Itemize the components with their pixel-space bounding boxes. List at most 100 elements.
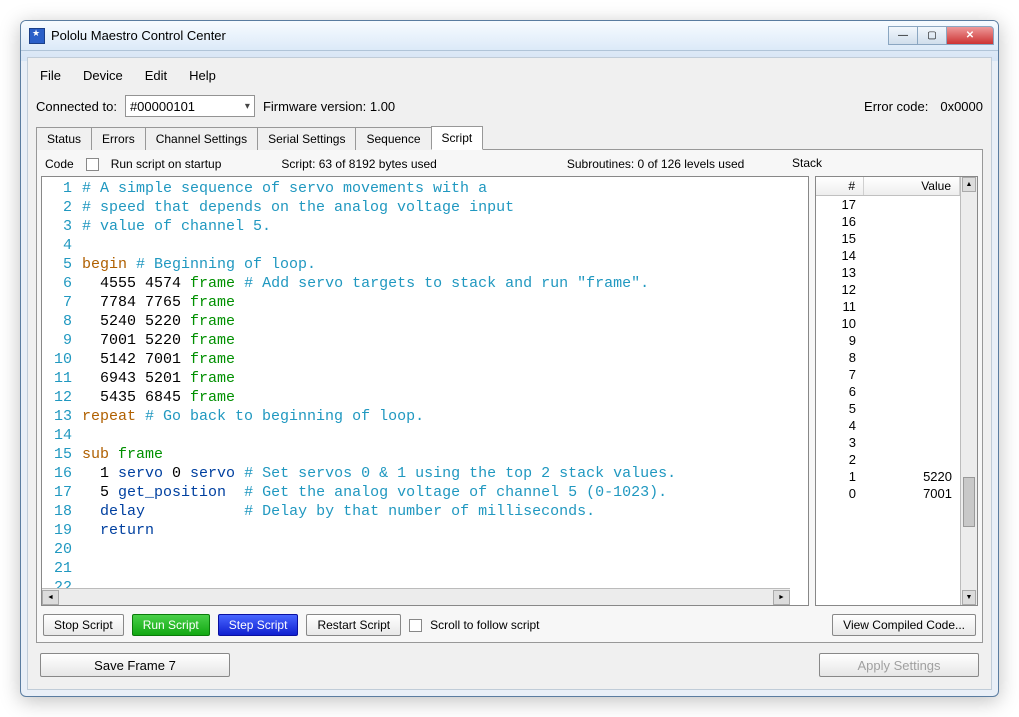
code-line[interactable]: 18 delay # Delay by that number of milli… (48, 502, 802, 521)
code-line[interactable]: 20 (48, 540, 802, 559)
stack-row-value (864, 247, 960, 264)
stack-row-num: 14 (816, 247, 864, 264)
line-number: 11 (48, 369, 82, 388)
stack-row[interactable]: 6 (816, 383, 960, 400)
stack-header-value[interactable]: Value (864, 177, 960, 195)
stack-row-value (864, 434, 960, 451)
stack-row[interactable]: 7 (816, 366, 960, 383)
run-script-button[interactable]: Run Script (132, 614, 210, 636)
connected-to-label: Connected to: (36, 99, 117, 114)
stack-row[interactable]: 07001 (816, 485, 960, 502)
code-line[interactable]: 12 5435 6845 frame (48, 388, 802, 407)
code-line[interactable]: 21 (48, 559, 802, 578)
tab-errors[interactable]: Errors (91, 127, 146, 150)
code-line[interactable]: 11 6943 5201 frame (48, 369, 802, 388)
stack-row-value (864, 315, 960, 332)
stack-row[interactable]: 14 (816, 247, 960, 264)
line-number: 15 (48, 445, 82, 464)
code-line[interactable]: 8 5240 5220 frame (48, 312, 802, 331)
apply-settings-button[interactable]: Apply Settings (819, 653, 979, 677)
menu-edit[interactable]: Edit (145, 68, 167, 83)
code-line[interactable]: 2# speed that depends on the analog volt… (48, 198, 802, 217)
scroll-up-icon[interactable]: ▲ (962, 177, 976, 192)
stack-row[interactable]: 13 (816, 264, 960, 281)
title-bar[interactable]: Pololu Maestro Control Center — ▢ ✕ (21, 21, 998, 51)
code-line[interactable]: 3# value of channel 5. (48, 217, 802, 236)
stack-row[interactable]: 12 (816, 281, 960, 298)
code-line[interactable]: 6 4555 4574 frame # Add servo targets to… (48, 274, 802, 293)
stack-row[interactable]: 17 (816, 196, 960, 213)
line-number: 14 (48, 426, 82, 445)
bytes-used-label: Script: 63 of 8192 bytes used (281, 157, 436, 171)
line-number: 20 (48, 540, 82, 559)
stop-script-button[interactable]: Stop Script (43, 614, 124, 636)
stack-row[interactable]: 8 (816, 349, 960, 366)
code-editor[interactable]: 1# A simple sequence of servo movements … (41, 176, 809, 606)
menu-bar: File Device Edit Help (36, 62, 983, 93)
menu-device[interactable]: Device (83, 68, 123, 83)
restart-script-button[interactable]: Restart Script (306, 614, 401, 636)
stack-vscrollbar[interactable]: ▲ ▼ (960, 177, 977, 605)
tab-strip: Status Errors Channel Settings Serial Se… (36, 125, 983, 150)
code-line[interactable]: 5begin # Beginning of loop. (48, 255, 802, 274)
scroll-left-icon[interactable]: ◄ (42, 590, 59, 605)
run-on-startup-checkbox[interactable] (86, 158, 99, 171)
tab-sequence[interactable]: Sequence (355, 127, 431, 150)
stack-row[interactable]: 15 (816, 230, 960, 247)
code-line[interactable]: 14 (48, 426, 802, 445)
scroll-down-icon[interactable]: ▼ (962, 590, 976, 605)
code-line[interactable]: 9 7001 5220 frame (48, 331, 802, 350)
scrollbar-thumb[interactable] (963, 477, 975, 527)
line-number: 13 (48, 407, 82, 426)
tab-channel-settings[interactable]: Channel Settings (145, 127, 258, 150)
stack-row[interactable]: 16 (816, 213, 960, 230)
stack-row-num: 1 (816, 468, 864, 485)
tab-status[interactable]: Status (36, 127, 92, 150)
stack-row[interactable]: 2 (816, 451, 960, 468)
scroll-follow-label: Scroll to follow script (430, 618, 539, 632)
tab-script[interactable]: Script (431, 126, 484, 150)
tab-serial-settings[interactable]: Serial Settings (257, 127, 356, 150)
stack-row-num: 13 (816, 264, 864, 281)
menu-file[interactable]: File (40, 68, 61, 83)
stack-row-num: 17 (816, 196, 864, 213)
stack-row[interactable]: 4 (816, 417, 960, 434)
code-line[interactable]: 4 (48, 236, 802, 255)
scroll-right-icon[interactable]: ► (773, 590, 790, 605)
code-hscrollbar[interactable]: ◄ ► (42, 588, 790, 605)
line-number: 4 (48, 236, 82, 255)
device-select[interactable]: #00000101 (125, 95, 255, 117)
stack-row[interactable]: 15220 (816, 468, 960, 485)
line-number: 2 (48, 198, 82, 217)
stack-row-num: 3 (816, 434, 864, 451)
stack-row-num: 5 (816, 400, 864, 417)
view-compiled-code-button[interactable]: View Compiled Code... (832, 614, 976, 636)
code-line[interactable]: 1# A simple sequence of servo movements … (48, 179, 802, 198)
close-button[interactable]: ✕ (946, 26, 994, 45)
stack-row[interactable]: 10 (816, 315, 960, 332)
scroll-follow-checkbox[interactable] (409, 619, 422, 632)
code-line[interactable]: 19 return (48, 521, 802, 540)
stack-row[interactable]: 3 (816, 434, 960, 451)
code-line[interactable]: 16 1 servo 0 servo # Set servos 0 & 1 us… (48, 464, 802, 483)
line-number: 10 (48, 350, 82, 369)
code-line[interactable]: 17 5 get_position # Get the analog volta… (48, 483, 802, 502)
minimize-button[interactable]: — (888, 26, 918, 45)
save-frame-button[interactable]: Save Frame 7 (40, 653, 230, 677)
stack-row[interactable]: 9 (816, 332, 960, 349)
code-line[interactable]: 15sub frame (48, 445, 802, 464)
maximize-button[interactable]: ▢ (917, 26, 947, 45)
stack-row[interactable]: 11 (816, 298, 960, 315)
stack-row-num: 8 (816, 349, 864, 366)
stack-header-num[interactable]: # (816, 177, 864, 195)
line-number: 18 (48, 502, 82, 521)
stack-row-value (864, 400, 960, 417)
line-number: 12 (48, 388, 82, 407)
menu-help[interactable]: Help (189, 68, 216, 83)
code-line[interactable]: 7 7784 7765 frame (48, 293, 802, 312)
line-number: 9 (48, 331, 82, 350)
step-script-button[interactable]: Step Script (218, 614, 299, 636)
stack-row[interactable]: 5 (816, 400, 960, 417)
code-line[interactable]: 10 5142 7001 frame (48, 350, 802, 369)
code-line[interactable]: 13repeat # Go back to beginning of loop. (48, 407, 802, 426)
